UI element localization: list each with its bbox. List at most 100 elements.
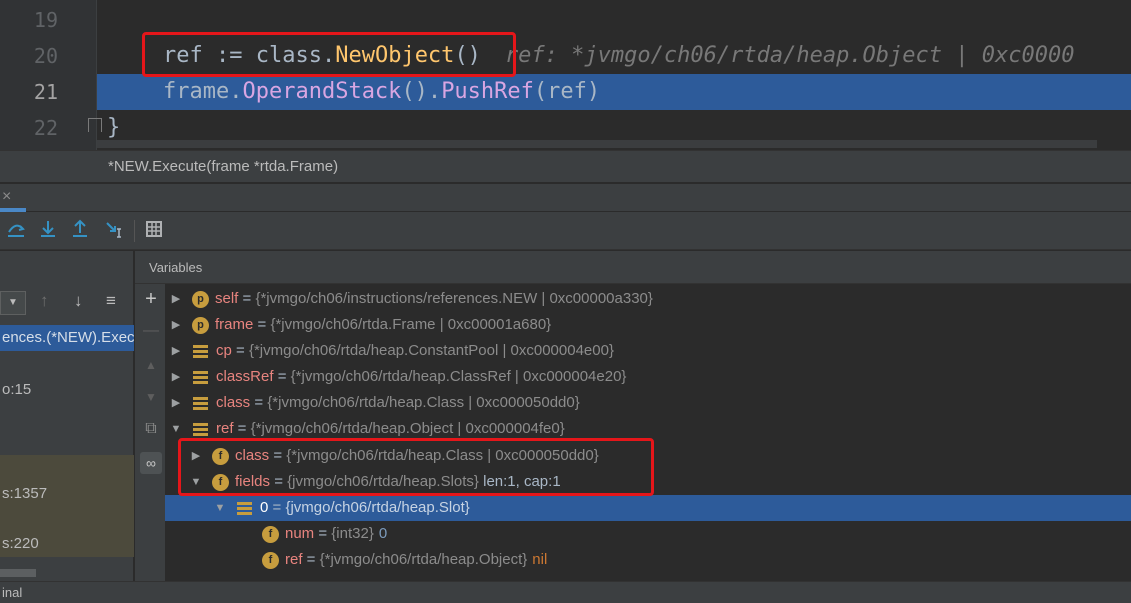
line-number: 19 [33, 8, 58, 32]
variable-row[interactable]: ▼ 0 = {jvmgo/ch06/rtda/heap.Slot} [165, 495, 1131, 521]
variable-type: {int32} [331, 525, 374, 542]
horizontal-scrollbar[interactable] [0, 569, 36, 577]
variable-name: classRef [216, 368, 274, 385]
parameter-icon: p [192, 290, 209, 308]
variable-list-icon [193, 422, 208, 437]
variable-row[interactable]: f ref = {*jvmgo/ch06/rtda/heap.Object} nil [240, 547, 1126, 573]
variables-tab-bar: Variables [135, 251, 1131, 284]
variable-row[interactable]: ▶ classRef = {*jvmgo/ch06/rtda/heap.Class… [170, 364, 1126, 390]
step-out-icon[interactable] [68, 219, 92, 243]
expand-arrow-icon[interactable]: ▶ [170, 364, 182, 390]
move-down-icon[interactable]: ▼ [140, 386, 162, 408]
variable-list-icon [193, 344, 208, 359]
variable-type: {*jvmgo/ch06/rtda/heap.Class | 0xc000050… [267, 394, 580, 411]
evaluate-expression-icon[interactable] [142, 219, 166, 243]
filter-icon[interactable]: ≡ [106, 291, 116, 311]
variable-list-icon [237, 501, 252, 516]
variable-row[interactable]: ▶ p self = {*jvmgo/ch06/instructions/refer… [170, 286, 1126, 312]
step-into-icon[interactable] [36, 219, 60, 243]
close-icon[interactable]: × [2, 188, 11, 206]
debug-panel-header: × [0, 184, 1131, 212]
run-to-cursor-icon[interactable] [102, 219, 126, 243]
equals-sign: = [268, 499, 286, 516]
expand-arrow-icon[interactable]: ▶ [170, 312, 182, 338]
line-number-current: 21 [33, 80, 58, 104]
collapse-arrow-icon[interactable]: ▼ [214, 495, 226, 521]
variable-type: {*jvmgo/ch06/instructions/references.NEW… [255, 290, 653, 307]
equals-sign: = [314, 525, 332, 542]
variable-row[interactable]: f num = {int32} 0 [240, 521, 1126, 547]
horizontal-scrollbar[interactable] [97, 140, 1097, 148]
glasses-icon[interactable]: ∞ [140, 452, 162, 474]
toolbar-separator [134, 220, 135, 242]
variable-type: {*jvmgo/ch06/rtda/heap.Object} [319, 551, 528, 568]
remove-watch-icon[interactable]: — [140, 320, 162, 342]
debug-toolbar [0, 212, 1131, 250]
expand-arrow-icon[interactable]: ▶ [170, 338, 182, 364]
frame-item[interactable]: s:1357 [0, 455, 134, 533]
equals-sign: = [250, 394, 268, 411]
parameter-icon: p [192, 316, 209, 334]
frame-item[interactable]: ences.(*NEW).Exec [0, 325, 134, 351]
add-watch-icon[interactable]: + [140, 288, 162, 310]
copy-icon[interactable]: ⧉ [140, 418, 162, 440]
frame-item-label: s:1357 [2, 485, 48, 502]
line-number: 22 [33, 116, 58, 140]
variable-value: nil [532, 551, 548, 568]
equals-sign: = [253, 316, 271, 333]
step-over-icon[interactable] [4, 219, 28, 243]
inline-debug-value: ref: *jvmgo/ch06/rtda/heap.Object | 0xc0… [504, 43, 1075, 68]
expand-arrow-icon[interactable]: ▶ [170, 390, 182, 416]
code-token: OperandStack [242, 79, 402, 104]
frames-panel: ▼ ↑ ↓ ≡ ences.(*NEW).Exec o:15 s:1357 s:… [0, 251, 134, 581]
frame-item[interactable]: s:220 [0, 531, 134, 557]
thread-dropdown[interactable]: ▼ [0, 291, 26, 315]
annotation-highlight-box [178, 438, 654, 496]
variable-name: class [216, 394, 251, 411]
equals-sign: = [233, 420, 251, 437]
code-token: frame. [163, 79, 243, 104]
variable-name: cp [216, 342, 232, 359]
variable-name: frame [215, 316, 254, 333]
equals-sign: = [238, 290, 256, 307]
frames-controls: ▼ ↑ ↓ ≡ [0, 287, 134, 319]
variable-row[interactable]: ▶ class = {*jvmgo/ch06/rtda/heap.Class | … [170, 390, 1126, 416]
code-editor[interactable]: 19 20 21 22 ref := class.NewObject() ref:… [0, 0, 1131, 150]
equals-sign: = [273, 368, 291, 385]
variable-value: 0 [378, 525, 388, 542]
variable-type: {*jvmgo/ch06/rtda/heap.Object | 0xc00000… [250, 420, 565, 437]
code-token: (). [401, 79, 442, 104]
variable-type: {*jvmgo/ch06/rtda/heap.ConstantPool | 0x… [248, 342, 614, 359]
variable-row[interactable]: ▶ cp = {*jvmgo/ch06/rtda/heap.ConstantPoo… [170, 338, 1126, 364]
equals-sign: = [302, 551, 320, 568]
move-up-icon[interactable]: ▲ [140, 354, 162, 376]
equals-sign: = [231, 342, 249, 359]
variable-name: ref [285, 551, 303, 568]
variable-type: {*jvmgo/ch06/rtda/heap.ClassRef | 0xc000… [290, 368, 627, 385]
variable-type: {jvmgo/ch06/rtda/heap.Slot} [285, 499, 470, 516]
variable-type: {*jvmgo/ch06/rtda.Frame | 0xc00001a680} [270, 316, 552, 333]
line-number-gutter: 19 20 21 22 [0, 0, 97, 150]
variable-row[interactable]: ▶ p frame = {*jvmgo/ch06/rtda.Frame | 0xc0… [170, 312, 1126, 338]
arrow-up-icon[interactable]: ↑ [40, 291, 49, 311]
field-icon: f [262, 551, 279, 569]
variable-list-icon [193, 370, 208, 385]
code-token: (ref) [533, 79, 601, 104]
variables-side-toolbar: + — ▲ ▼ ⧉ ∞ [135, 284, 165, 581]
variable-name: num [285, 525, 315, 542]
annotation-highlight-box [142, 32, 516, 77]
field-icon: f [262, 525, 279, 543]
variable-list-icon [193, 396, 208, 411]
breadcrumb[interactable]: *NEW.Execute(frame *rtda.Frame) [0, 150, 1131, 183]
code-token: PushRef [441, 79, 534, 104]
line-number: 20 [33, 44, 58, 68]
expand-arrow-icon[interactable]: ▶ [170, 286, 182, 312]
frame-item[interactable]: o:15 [0, 377, 134, 403]
fold-marker-icon[interactable] [88, 118, 102, 132]
tab-variables[interactable]: Variables [149, 260, 202, 275]
status-bar: inal [0, 581, 1131, 603]
variable-name: self [215, 290, 239, 307]
code-line-21-execution-point[interactable]: frame.OperandStack().PushRef(ref) [97, 74, 1131, 110]
arrow-down-icon[interactable]: ↓ [74, 291, 83, 311]
tool-window-tab-terminal[interactable]: inal [0, 585, 22, 600]
